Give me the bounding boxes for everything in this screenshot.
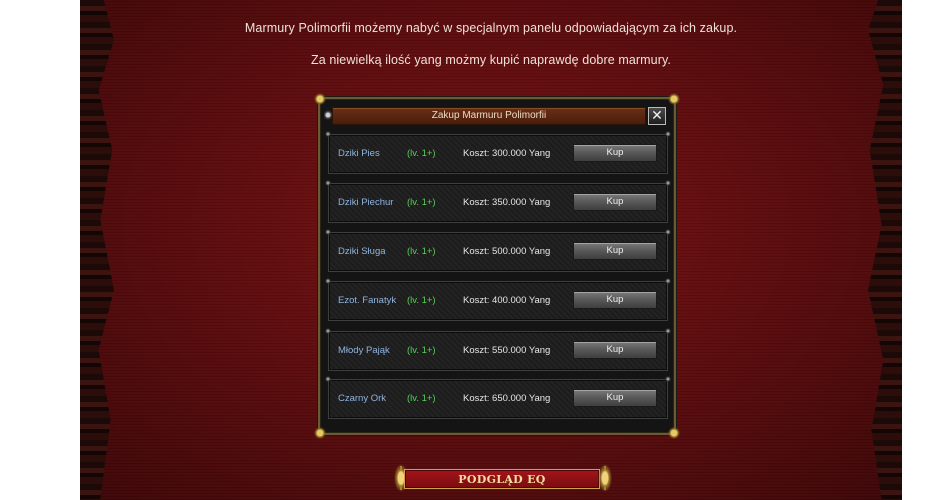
corner-ornament-icon bbox=[668, 427, 680, 439]
buy-button[interactable]: Kup bbox=[573, 341, 657, 359]
marble-row: Dziki Pies (lv. 1+) Koszt: 300.000 Yang Kup bbox=[325, 131, 671, 174]
equipment-preview-button[interactable]: PODGLĄD EQ bbox=[404, 469, 600, 489]
marble-row: Młody Pająk (lv. 1+) Koszt: 550.000 Yang Ku… bbox=[325, 328, 671, 371]
mob-cost: Koszt: 550.000 Yang bbox=[463, 345, 551, 356]
buy-button[interactable]: Kup bbox=[573, 144, 657, 162]
equipment-preview-label: PODGLĄD EQ bbox=[458, 473, 546, 486]
buy-button[interactable]: Kup bbox=[573, 193, 657, 211]
mob-cost: Koszt: 400.000 Yang bbox=[463, 295, 551, 306]
buy-button[interactable]: Kup bbox=[573, 389, 657, 407]
mob-name: Dziki Sługa bbox=[338, 246, 386, 257]
marble-row: Ezot. Fanatyk (lv. 1+) Koszt: 400.000 Yang… bbox=[325, 278, 671, 321]
mob-name: Czarny Ork bbox=[338, 393, 387, 404]
mob-cost: Koszt: 300.000 Yang bbox=[463, 148, 551, 159]
mob-level: (lv. 1+) bbox=[407, 246, 436, 257]
mob-name: Dziki Piechur bbox=[338, 197, 394, 208]
mob-level: (lv. 1+) bbox=[407, 393, 436, 404]
marble-row: Czarny Ork (lv. 1+) Koszt: 650.000 Yang Kup bbox=[325, 376, 671, 419]
mob-level: (lv. 1+) bbox=[407, 295, 436, 306]
purchase-window: Zakup Marmuru Polimorfii ✕ Dziki Pies (lv… bbox=[314, 93, 680, 439]
close-button[interactable]: ✕ bbox=[648, 107, 666, 125]
banner-right-ornament-icon bbox=[595, 458, 615, 498]
window-title: Zakup Marmuru Polimorfii bbox=[431, 110, 547, 121]
mob-level: (lv. 1+) bbox=[407, 197, 436, 208]
mob-level: (lv. 1+) bbox=[407, 345, 436, 356]
mob-cost: Koszt: 650.000 Yang bbox=[463, 393, 551, 404]
corner-ornament-icon bbox=[314, 93, 326, 105]
window-titlebar[interactable]: Zakup Marmuru Polimorfii bbox=[332, 107, 646, 125]
corner-ornament-icon bbox=[668, 93, 680, 105]
buy-button[interactable]: Kup bbox=[573, 242, 657, 260]
intro-text-line-1: Marmury Polimorfii możemy nabyć w specja… bbox=[244, 21, 738, 35]
marble-row: Dziki Piechur (lv. 1+) Koszt: 350.000 Yang… bbox=[325, 180, 671, 223]
mob-cost: Koszt: 500.000 Yang bbox=[463, 246, 551, 257]
mob-level: (lv. 1+) bbox=[407, 148, 436, 159]
intro-text-line-2: Za niewielką ilość yang możmy kupić napr… bbox=[311, 53, 671, 67]
title-knob-icon bbox=[324, 110, 332, 120]
mob-name: Młody Pająk bbox=[338, 345, 390, 356]
mob-cost: Koszt: 350.000 Yang bbox=[463, 197, 551, 208]
marble-row: Dziki Sługa (lv. 1+) Koszt: 500.000 Yang Ku… bbox=[325, 229, 671, 272]
corner-ornament-icon bbox=[314, 427, 326, 439]
buy-button[interactable]: Kup bbox=[573, 291, 657, 309]
mob-name: Ezot. Fanatyk bbox=[338, 295, 397, 306]
mob-name: Dziki Pies bbox=[338, 148, 380, 159]
